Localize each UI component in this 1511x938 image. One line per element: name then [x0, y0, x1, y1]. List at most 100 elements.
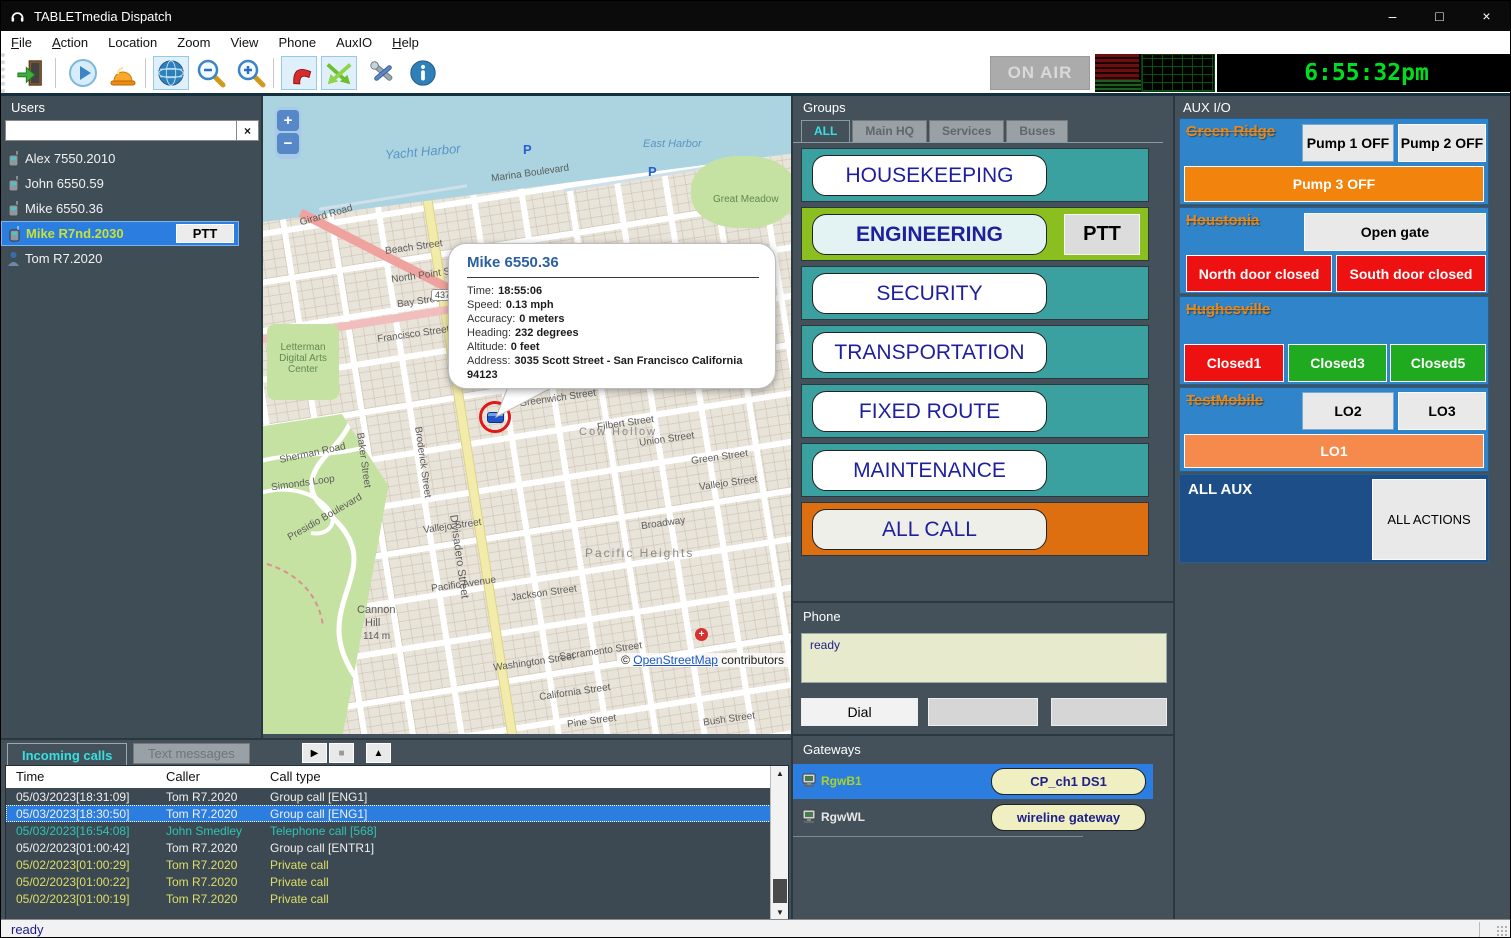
calls-panel: Incoming calls Text messages ▶ ■ ▲ Time …: [1, 738, 791, 919]
call-row[interactable]: 05/03/2023[18:31:09]Tom R7.2020Group cal…: [6, 788, 771, 805]
map-zoom-out-button[interactable]: −: [277, 133, 299, 154]
start-monitor-button[interactable]: [65, 56, 101, 90]
user-ptt-button[interactable]: PTT: [176, 224, 234, 243]
zoom-out-icon: [195, 57, 227, 89]
menu-file[interactable]: File: [1, 31, 42, 53]
map-view[interactable]: Yacht Harbor East Harbor P P Marina Boul…: [263, 96, 791, 734]
user-row-alex[interactable]: Alex 7550.2010: [1, 146, 239, 171]
col-call-type[interactable]: Call type: [270, 769, 321, 784]
move-up-button[interactable]: ▲: [366, 743, 391, 763]
all-actions-button[interactable]: ALL ACTIONS: [1372, 479, 1486, 560]
call-row-selected[interactable]: 05/03/2023[18:30:50]Tom R7.2020Group cal…: [6, 805, 771, 822]
menu-bar: File Action Location Zoom View Phone Aux…: [1, 31, 1510, 53]
phone-tool-button[interactable]: [281, 56, 317, 90]
call-row[interactable]: 05/02/2023[01:00:22]Tom R7.2020Private c…: [6, 873, 771, 890]
maximize-button[interactable]: □: [1416, 1, 1463, 31]
play-icon: [67, 57, 99, 89]
call-row[interactable]: 05/02/2023[01:00:42]Tom R7.2020Group cal…: [6, 839, 771, 856]
pump2-button[interactable]: Pump 2 OFF: [1398, 124, 1486, 162]
user-row-mike2-selected[interactable]: Mike R7nd.2030 PTT: [1, 221, 239, 246]
call-row[interactable]: 05/02/2023[01:00:19]Tom R7.2020Private c…: [6, 890, 771, 907]
clear-search-button[interactable]: ×: [237, 120, 259, 141]
aux-all-aux-card: ALL AUX ALL ACTIONS: [1179, 474, 1489, 563]
menu-view[interactable]: View: [221, 31, 269, 53]
menu-zoom[interactable]: Zoom: [167, 31, 220, 53]
patch-tool-button[interactable]: [321, 56, 357, 90]
siren-icon: [107, 57, 139, 89]
minimize-button[interactable]: –: [1369, 1, 1416, 31]
group-button-maintenance[interactable]: MAINTENANCE: [812, 450, 1047, 491]
group-ptt-button[interactable]: PTT: [1064, 214, 1140, 255]
gateway-channel-button[interactable]: CP_ch1 DS1: [991, 768, 1146, 795]
group-button-fixed-route[interactable]: FIXED ROUTE: [812, 391, 1047, 432]
group-button-all-call[interactable]: ALL CALL: [812, 509, 1047, 550]
groups-tab-buses[interactable]: Buses: [1006, 120, 1068, 143]
south-door-button[interactable]: South door closed: [1336, 255, 1486, 292]
group-button-housekeeping[interactable]: HOUSEKEEPING: [812, 155, 1047, 196]
user-row-mike1[interactable]: Mike 6550.36: [1, 196, 239, 221]
scroll-down-arrow[interactable]: ▼: [771, 905, 789, 920]
user-row-tom[interactable]: Tom R7.2020: [1, 246, 239, 271]
col-time[interactable]: Time: [16, 769, 44, 784]
popup-title: Mike 6550.36: [467, 254, 759, 278]
group-button-engineering[interactable]: ENGINEERING: [812, 214, 1047, 255]
gateway-channel-button[interactable]: wireline gateway: [991, 804, 1146, 831]
gps-marker[interactable]: [479, 401, 511, 433]
group-row-transportation: TRANSPORTATION: [801, 325, 1149, 379]
zoom-in-button[interactable]: [233, 56, 269, 90]
user-row-john[interactable]: John 6550.59: [1, 171, 239, 196]
tab-text-messages[interactable]: Text messages: [133, 743, 250, 764]
group-button-security[interactable]: SECURITY: [812, 273, 1047, 314]
alert-button[interactable]: [105, 56, 141, 90]
site-label-testmobile: TestMobile: [1186, 392, 1263, 409]
menu-location[interactable]: Location: [98, 31, 167, 53]
play-call-button[interactable]: ▶: [302, 743, 327, 763]
col-caller[interactable]: Caller: [166, 769, 200, 784]
closed1-button[interactable]: Closed1: [1184, 344, 1284, 382]
calls-scrollbar[interactable]: ▲ ▼: [770, 766, 788, 920]
scroll-thumb[interactable]: [773, 879, 787, 903]
resize-grip-icon[interactable]: [1496, 925, 1508, 937]
call-row[interactable]: 05/03/2023[16:54:08]John SmedleyTelephon…: [6, 822, 771, 839]
north-door-button[interactable]: North door closed: [1186, 255, 1332, 292]
map-zoom-in-button[interactable]: +: [277, 110, 299, 131]
menu-action[interactable]: Action: [42, 31, 98, 53]
close-button[interactable]: ×: [1463, 1, 1510, 31]
stop-call-button[interactable]: ■: [329, 743, 354, 763]
menu-auxio[interactable]: AuxIO: [326, 31, 382, 53]
pump1-button[interactable]: Pump 1 OFF: [1302, 124, 1394, 162]
users-search-input[interactable]: [5, 120, 237, 141]
phone-blank-button-1[interactable]: [928, 698, 1038, 726]
menu-help[interactable]: Help: [382, 31, 429, 53]
popup-row-altitude: Altitude:0 feet: [467, 340, 759, 354]
groups-panel: Groups ALL Main HQ Services Buses HOUSEK…: [791, 96, 1173, 601]
info-button[interactable]: [405, 56, 441, 90]
phone-display: ready: [801, 633, 1167, 683]
lo1-button[interactable]: LO1: [1184, 434, 1484, 468]
map-toggle-button[interactable]: [153, 56, 189, 90]
open-gate-button[interactable]: Open gate: [1304, 213, 1486, 251]
closed3-button[interactable]: Closed3: [1288, 344, 1387, 382]
lo2-button[interactable]: LO2: [1302, 392, 1394, 430]
lo3-button[interactable]: LO3: [1398, 392, 1486, 430]
aux-site-testmobile: TestMobile LO2 LO3 LO1: [1179, 387, 1489, 472]
osm-link[interactable]: OpenStreetMap: [633, 653, 718, 667]
groups-tab-mainhq[interactable]: Main HQ: [852, 120, 927, 143]
group-button-transportation[interactable]: TRANSPORTATION: [812, 332, 1047, 373]
gateways-panel: Gateways RgwB1 CP_ch1 DS1 RgwWL wireline…: [791, 734, 1173, 919]
dial-button[interactable]: Dial: [801, 698, 918, 726]
groups-tab-all[interactable]: ALL: [801, 120, 850, 143]
tab-incoming-calls[interactable]: Incoming calls: [7, 743, 127, 766]
pump3-button[interactable]: Pump 3 OFF: [1184, 166, 1484, 202]
scroll-up-arrow[interactable]: ▲: [771, 766, 789, 781]
settings-button[interactable]: [365, 56, 401, 90]
zoom-out-button[interactable]: [193, 56, 229, 90]
groups-tab-services[interactable]: Services: [929, 120, 1004, 143]
phone-blank-button-2[interactable]: [1051, 698, 1167, 726]
gateway-row-rgwb1[interactable]: RgwB1 CP_ch1 DS1: [793, 764, 1153, 799]
call-row[interactable]: 05/02/2023[01:00:29]Tom R7.2020Private c…: [6, 856, 771, 873]
exit-button[interactable]: [13, 56, 49, 90]
closed5-button[interactable]: Closed5: [1390, 344, 1486, 382]
gateway-row-rgwwl[interactable]: RgwWL wireline gateway: [793, 800, 1153, 835]
menu-phone[interactable]: Phone: [268, 31, 326, 53]
